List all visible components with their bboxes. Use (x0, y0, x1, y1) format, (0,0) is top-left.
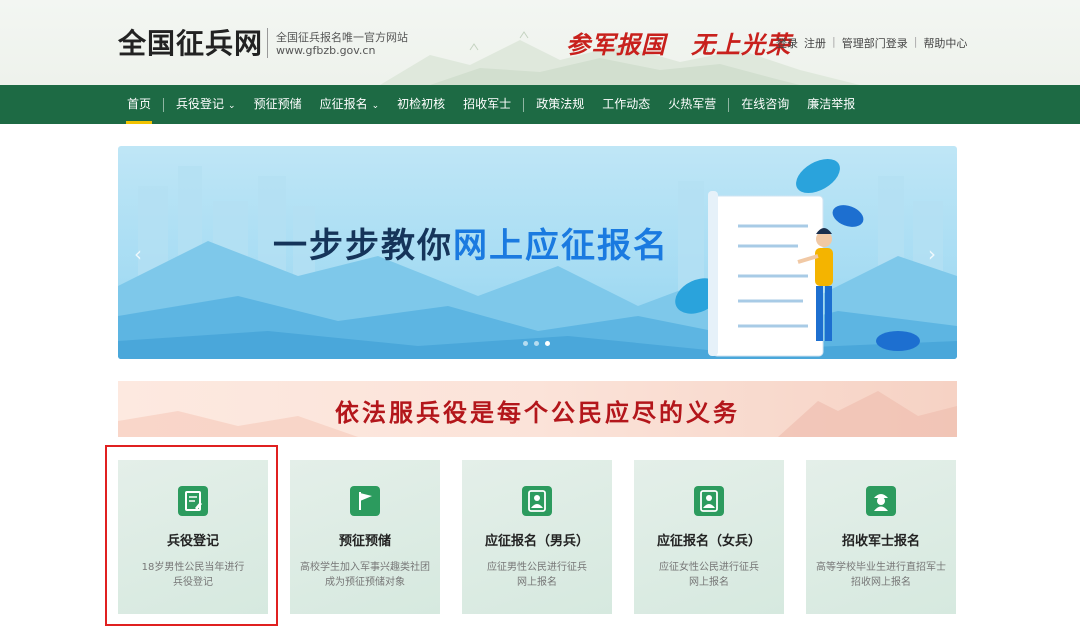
card-description: 高校学生加入军事兴趣类社团 成为预征预储对象 (300, 560, 430, 590)
nav-label: 初检初核 (397, 97, 446, 111)
chevron-left-icon[interactable]: ‹ (134, 242, 142, 266)
nav-label: 工作动态 (602, 97, 651, 111)
card-desc-line: 高校学生加入军事兴趣类社团 (300, 562, 430, 573)
card-military-registration[interactable]: 兵役登记 18岁男性公民当年进行 兵役登记 (118, 460, 268, 614)
nav-item-nco-recruitment[interactable]: 招收军士 (454, 85, 520, 124)
card-pre-enlistment[interactable]: 预征预储 高校学生加入军事兴趣类社团 成为预征预储对象 (290, 460, 440, 614)
banner-headline-part1: 一步步教你 (273, 226, 453, 266)
carousel-dots (523, 341, 550, 346)
site-header: 全国征兵网 全国征兵报名唯一官方网站 www.gfbzb.gov.cn 参军报国… (0, 0, 1080, 85)
register-link[interactable]: 注册 (804, 35, 826, 51)
admin-login-link[interactable]: 管理部门登录 (842, 35, 908, 51)
nav-label: 招收军士 (463, 97, 512, 111)
soldier-icon (866, 486, 896, 516)
nav-label: 兵役登记 (176, 97, 225, 111)
card-nco-recruitment[interactable]: 招收军士报名 高等学校毕业生进行直招军士 招收网上报名 (806, 460, 956, 614)
nav-label: 首页 (127, 97, 152, 111)
card-male-enlistment[interactable]: 应征报名（男兵） 应征男性公民进行征兵 网上报名 (462, 460, 612, 614)
divider: | (832, 35, 836, 48)
nav-item-work-news[interactable]: 工作动态 (593, 85, 659, 124)
site-url: www.gfbzb.gov.cn (276, 44, 376, 57)
card-title: 应征报名（男兵） (484, 534, 589, 549)
card-title: 预征预储 (338, 534, 391, 549)
card-desc-line: 高等学校毕业生进行直招军士 (816, 562, 946, 573)
chevron-down-icon: ⌄ (371, 101, 380, 111)
nav-divider (728, 97, 730, 112)
card-description: 应征男性公民进行征兵 网上报名 (472, 560, 602, 590)
card-description: 应征女性公民进行征兵 网上报名 (644, 560, 774, 590)
nav-item-military-registration[interactable]: 兵役登记 ⌄ (167, 85, 245, 124)
carousel-dot-active[interactable] (545, 341, 550, 346)
nav-item-report[interactable]: 廉洁举报 (798, 85, 864, 124)
chevron-down-icon: ⌄ (228, 101, 236, 111)
nav-label: 预征预储 (253, 97, 302, 111)
nav-label: 廉洁举报 (807, 97, 856, 111)
card-desc-line: 兵役登记 (173, 577, 213, 588)
card-desc-line: 网上报名 (517, 577, 557, 588)
divider: | (913, 35, 918, 48)
card-female-enlistment[interactable]: 应征报名（女兵） 应征女性公民进行征兵 网上报名 (634, 460, 784, 614)
nav-label: 应征报名 (319, 97, 368, 111)
site-subtitle: 全国征兵报名唯一官方网站 (276, 31, 408, 44)
card-title: 招收军士报名 (841, 534, 920, 549)
card-desc-line: 成为预征预储对象 (325, 577, 405, 588)
nav-item-pre-enlistment[interactable]: 预征预储 (245, 85, 311, 124)
nav-item-military-camp[interactable]: 火热军营 (659, 85, 725, 124)
chevron-right-icon[interactable]: › (928, 242, 936, 266)
nav-label: 在线咨询 (741, 97, 790, 111)
card-description: 高等学校毕业生进行直招军士 招收网上报名 (816, 560, 946, 590)
card-desc-line: 招收网上报名 (851, 577, 911, 588)
card-title: 应征报名（女兵） (656, 534, 761, 549)
card-title: 兵役登记 (166, 534, 219, 549)
card-desc-line: 应征女性公民进行征兵 (659, 562, 759, 573)
nav-item-online-consult[interactable]: 在线咨询 (732, 85, 798, 124)
card-description: 18岁男性公民当年进行 兵役登记 (128, 560, 258, 590)
nav-divider (523, 97, 525, 112)
main-nav: 首页 兵役登记 ⌄ 预征预储 应征报名 ⌄ 初检初核 招收军士 政策法规 工作动态 … (0, 85, 1080, 124)
registration-icon (178, 486, 208, 516)
nav-item-home[interactable]: 首页 (118, 85, 160, 124)
card-desc-line: 应征男性公民进行征兵 (487, 562, 587, 573)
nav-item-initial-check[interactable]: 初检初核 (388, 85, 454, 124)
person-icon (522, 486, 552, 516)
site-logo-title[interactable]: 全国征兵网 (118, 22, 263, 62)
hero-banner[interactable]: 一步步教你网上应征报名 ‹ › (118, 146, 957, 359)
nav-divider (163, 97, 165, 112)
top-links: 登录 注册 | 管理部门登录 | 帮助中心 (776, 35, 967, 51)
person-icon (694, 486, 724, 516)
banner-headline: 一步步教你网上应征报名 (273, 218, 669, 267)
carousel-dot[interactable] (534, 341, 539, 346)
login-link[interactable]: 登录 (776, 35, 798, 51)
slogan-text: 依法服兵役是每个公民应尽的义务 (335, 398, 740, 427)
logo-divider (267, 28, 268, 58)
banner-headline-part2: 网上应征报名 (453, 226, 669, 266)
nav-label: 政策法规 (536, 97, 585, 111)
header-slogan: 参军报国 无上光荣 (566, 30, 791, 59)
flag-icon (350, 486, 380, 516)
nav-label: 火热军营 (668, 97, 717, 111)
nav-item-policies[interactable]: 政策法规 (527, 85, 593, 124)
nav-item-enlistment-signup[interactable]: 应征报名 ⌄ (311, 85, 389, 124)
help-center-link[interactable]: 帮助中心 (923, 35, 967, 51)
card-desc-line: 网上报名 (689, 577, 729, 588)
carousel-dot[interactable] (523, 341, 528, 346)
card-desc-line: 18岁男性公民当年进行 (141, 562, 245, 573)
slogan-banner[interactable]: 依法服兵役是每个公民应尽的义务 (118, 381, 957, 437)
